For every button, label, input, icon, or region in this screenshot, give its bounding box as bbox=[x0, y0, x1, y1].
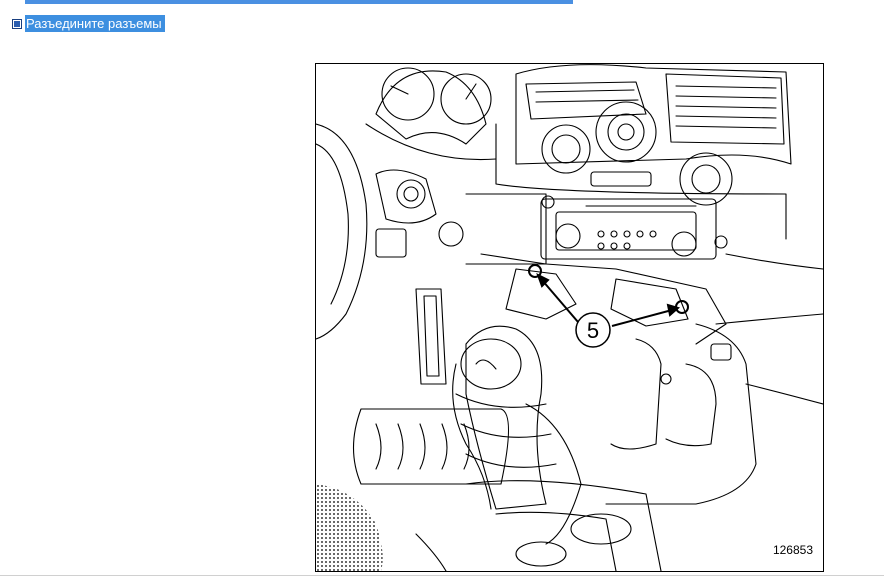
step-text[interactable]: Разъедините разъемы bbox=[25, 15, 165, 32]
figure-number: 126853 bbox=[772, 543, 813, 557]
technical-illustration: 5 126853 bbox=[315, 63, 824, 572]
bullet-icon bbox=[12, 18, 22, 29]
page: Разъедините разъемы 5 126853 bbox=[0, 0, 884, 580]
previous-step-highlight bbox=[25, 0, 573, 4]
callout-label: 5 bbox=[587, 318, 599, 343]
bottom-divider bbox=[0, 575, 884, 576]
step-item[interactable]: Разъедините разъемы bbox=[12, 15, 165, 32]
dashboard-line-drawing: 5 bbox=[316, 64, 823, 571]
